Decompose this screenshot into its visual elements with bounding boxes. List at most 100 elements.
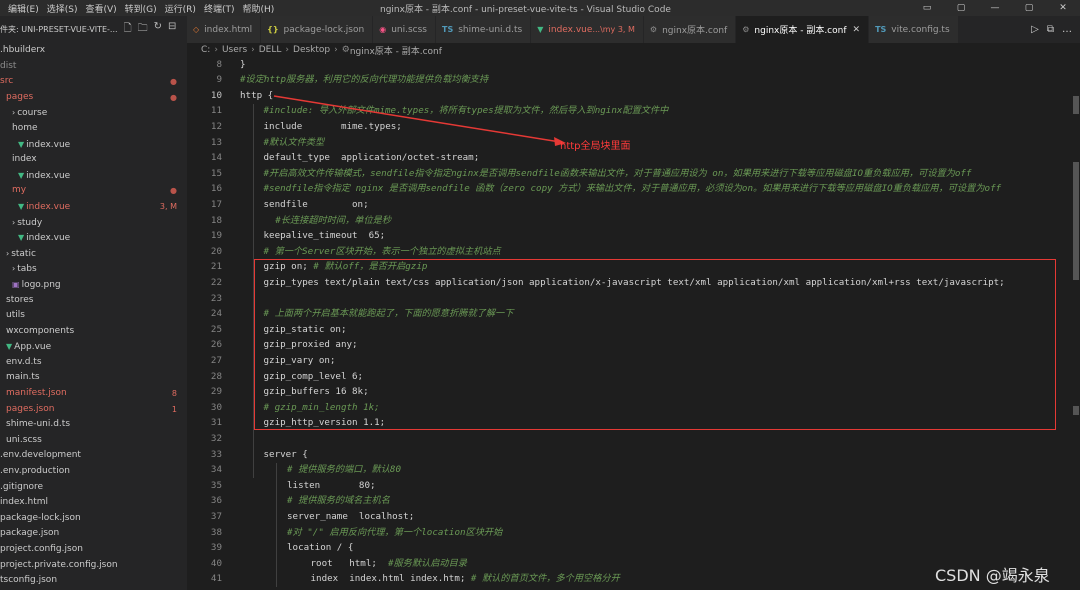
tab-5[interactable]: ⚙ nginx原本.conf xyxy=(643,16,737,43)
code-line[interactable]: 33 server { xyxy=(187,447,1072,463)
breadcrumb-item[interactable]: nginx原本 - 副本.conf xyxy=(350,44,442,57)
code-line[interactable]: 16 #sendfile指令指定 nginx 是否调用sendfile 函数（ze… xyxy=(187,181,1072,197)
line-number: 26 xyxy=(210,339,222,351)
tree-item[interactable]: ▼ App.vue xyxy=(0,339,187,355)
tree-item[interactable]: wxcomponents xyxy=(0,324,187,340)
tab-4[interactable]: ▼ index.vue ...\my 3, M xyxy=(531,16,644,43)
tree-item[interactable]: main.ts xyxy=(0,370,187,386)
tab-1[interactable]: {} package-lock.json xyxy=(261,16,374,43)
tree-item[interactable]: uni.scss xyxy=(0,433,187,449)
tree-item[interactable]: manifest.json 8 xyxy=(0,386,187,402)
tree-item[interactable]: › static xyxy=(0,246,187,262)
refresh-icon[interactable]: ↻ xyxy=(154,21,162,38)
code-line[interactable]: 14 default_type application/octet-stream; xyxy=(187,150,1072,166)
tab-6[interactable]: ⚙ nginx原本 - 副本.conf ✕ xyxy=(736,16,870,43)
code-line[interactable]: 17 sendfile on; xyxy=(187,197,1072,213)
tree-item[interactable]: .env.production xyxy=(0,464,187,480)
code-line[interactable]: 11 #include: 导入外部文件mime.types，将所有types提取为… xyxy=(187,103,1072,119)
code-line[interactable]: 19 keepalive_timeout 65; xyxy=(187,228,1072,244)
tab-2[interactable]: ◉ uni.scss xyxy=(373,16,436,43)
collapse-icon[interactable]: ⊟ xyxy=(168,21,176,38)
code-line[interactable]: 34 # 提供服务的端口，默认80 xyxy=(187,462,1072,478)
menu-item-0[interactable]: 编辑(E) xyxy=(8,2,39,15)
breadcrumb-item[interactable]: Users xyxy=(222,45,247,55)
tree-item[interactable]: › course xyxy=(0,105,187,121)
tree-item[interactable]: env.d.ts xyxy=(0,355,187,371)
tree-item[interactable]: project.private.config.json xyxy=(0,558,187,574)
tree-item[interactable]: pages.json 1 xyxy=(0,402,187,418)
code-line[interactable]: 18 #长连接超时时间，单位是秒 xyxy=(187,213,1072,229)
tree-item[interactable]: tsconfig.json xyxy=(0,573,187,589)
code-line[interactable]: 39 location / { xyxy=(187,540,1072,556)
code-line[interactable]: 20 # 第一个Server区块开始，表示一个独立的虚拟主机站点 xyxy=(187,244,1072,260)
tree-item[interactable]: utils xyxy=(0,308,187,324)
vue-file-icon: ▼ xyxy=(6,342,13,352)
tree-item[interactable]: ▼ index.vue xyxy=(0,168,187,184)
tree-item[interactable]: src ● xyxy=(0,74,187,90)
tree-item[interactable]: index.html xyxy=(0,495,187,511)
code-line[interactable]: 9 #设定http服务器，利用它的反向代理功能提供负载均衡支持 xyxy=(187,72,1072,88)
new-folder-icon[interactable]: 🗀 xyxy=(138,21,148,38)
code-line[interactable]: 37 server_name localhost; xyxy=(187,509,1072,525)
code-text: sendfile on; xyxy=(264,197,369,213)
layout-icon[interactable]: ▭ xyxy=(910,0,944,16)
code-line[interactable]: 15 #开启高效文件传输模式，sendfile指令指定nginx是否调用sendf… xyxy=(187,166,1072,182)
editor-scrollbar[interactable] xyxy=(1072,57,1080,590)
maximize-button[interactable]: ▢ xyxy=(1012,0,1046,16)
scroll-thumb[interactable] xyxy=(1073,162,1079,280)
tree-item[interactable]: .hbuilderx xyxy=(0,43,187,59)
tree-item[interactable]: .env.development xyxy=(0,448,187,464)
menu-item-2[interactable]: 查看(V) xyxy=(85,2,116,15)
run-icon[interactable]: ▷ xyxy=(1031,24,1039,35)
tree-item[interactable]: ▼ index.vue xyxy=(0,137,187,153)
tab-0[interactable]: ◇ index.html xyxy=(187,16,262,43)
code-line[interactable]: 10 http { xyxy=(187,88,1072,104)
menu-item-3[interactable]: 转到(G) xyxy=(125,2,157,15)
more-icon[interactable]: … xyxy=(1062,24,1072,35)
breadcrumb-item[interactable]: C: xyxy=(201,45,210,55)
tree-item[interactable]: home xyxy=(0,121,187,137)
code-line[interactable]: 12 include mime.types; xyxy=(187,119,1072,135)
code-line[interactable]: 32 xyxy=(187,431,1072,447)
tree-item[interactable]: index xyxy=(0,152,187,168)
tree-item[interactable]: stores xyxy=(0,293,187,309)
close-icon[interactable]: ✕ xyxy=(853,25,861,35)
tree-item[interactable]: package-lock.json xyxy=(0,511,187,527)
minimize-button[interactable]: — xyxy=(978,0,1012,16)
tree-item[interactable]: › study xyxy=(0,215,187,231)
menu-item-5[interactable]: 终端(T) xyxy=(204,2,235,15)
tree-item[interactable]: my ● xyxy=(0,183,187,199)
gzip-highlight-box xyxy=(254,259,1056,430)
tree-item[interactable]: package.json xyxy=(0,526,187,542)
tree-item[interactable]: ▼ index.vue 3, M xyxy=(0,199,187,215)
split-editor-icon[interactable]: ⧉ xyxy=(1047,24,1054,35)
new-file-icon[interactable]: 🗋 xyxy=(124,21,132,38)
line-number: 31 xyxy=(210,417,222,429)
tree-item[interactable]: shime-uni.d.ts xyxy=(0,417,187,433)
scroll-thumb-marker[interactable] xyxy=(1073,96,1079,114)
code-line[interactable]: 8} xyxy=(187,57,1072,72)
tab-7[interactable]: TS vite.config.ts xyxy=(869,16,959,43)
tree-item[interactable]: pages ● xyxy=(0,90,187,106)
breadcrumb-separator: › xyxy=(214,45,218,55)
tree-item[interactable]: dist xyxy=(0,59,187,75)
menu-item-4[interactable]: 运行(R) xyxy=(165,2,196,15)
tree-item[interactable]: ▼ index.vue xyxy=(0,230,187,246)
tree-item[interactable]: .gitignore xyxy=(0,480,187,496)
panel-icon[interactable]: ▢ xyxy=(944,0,978,16)
explorer-header: 件夹: UNI-PRESET-VUE-VITE-... 🗋 🗀 ↻ ⊟ xyxy=(0,16,187,43)
close-button[interactable]: ✕ xyxy=(1046,0,1080,16)
code-line[interactable]: 35 listen 80; xyxy=(187,478,1072,494)
tree-item[interactable]: project.config.json xyxy=(0,542,187,558)
menu-item-1[interactable]: 选择(S) xyxy=(47,2,78,15)
code-line[interactable]: 36 # 提供服务的域名主机名 xyxy=(187,493,1072,509)
line-number: 21 xyxy=(210,261,222,273)
code-line[interactable]: 38 #对 "/" 启用反向代理，第一个location区块开始 xyxy=(187,525,1072,541)
breadcrumb-item[interactable]: DELL xyxy=(259,45,282,55)
breadcrumb-item[interactable]: Desktop xyxy=(293,45,330,55)
tree-item[interactable]: › tabs xyxy=(0,261,187,277)
tab-3[interactable]: TS shime-uni.d.ts xyxy=(435,16,532,43)
menu-item-6[interactable]: 帮助(H) xyxy=(242,2,274,15)
line-number: 9 xyxy=(216,74,222,86)
tree-item[interactable]: ▣ logo.png xyxy=(0,277,187,293)
